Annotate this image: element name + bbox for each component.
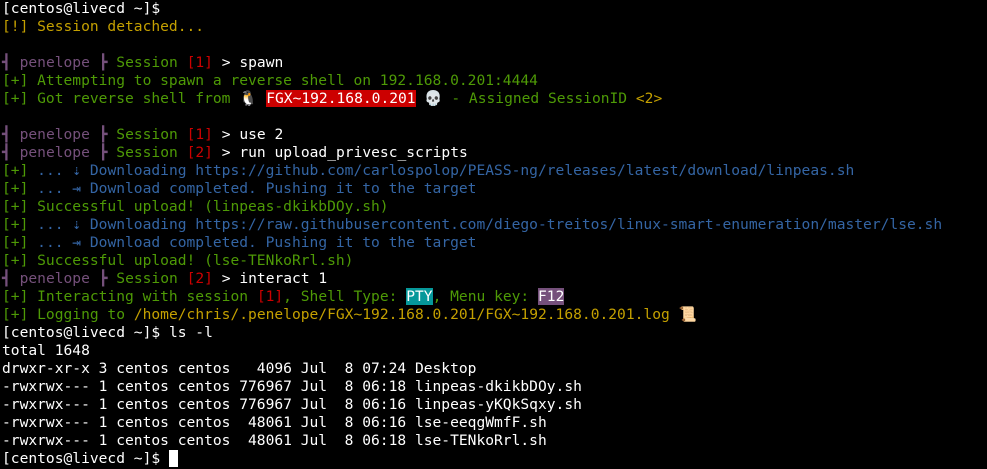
ok-tag: [+] [2, 180, 29, 197]
session-label: Session [116, 126, 178, 143]
menu-key-label: , Menu key: [432, 288, 530, 305]
ls-entry: -rwxrwx--- 1 centos centos 48061 Jul 8 0… [2, 414, 547, 431]
prompt-bar-icon: ┣ [98, 144, 108, 161]
reverse-shell-msg: [+] Got reverse shell from [2, 90, 231, 107]
ok-tag: [+] [2, 162, 29, 179]
ls-total: total 1648 [2, 342, 90, 359]
command-text: spawn [239, 54, 284, 71]
output-line: [+] Successful upload! (lse-TENkoRrl.sh) [2, 252, 987, 270]
penelope-prompt-line: ┫ penelope ┣ Session [2] > interact 1 [2, 270, 987, 288]
penelope-label: penelope [19, 144, 90, 161]
shell-prompt: [centos@livecd ~]$ [2, 0, 161, 17]
download-msg: ... ⇣ Downloading https://github.com/car… [37, 162, 855, 179]
session-id: [1] [256, 288, 284, 305]
ls-entry: -rwxrwx--- 1 centos centos 776967 Jul 8 … [2, 396, 582, 413]
prompt-line: [centos@livecd ~]$ ls -l [2, 324, 987, 342]
penelope-prompt-line: ┫ penelope ┣ Session [1] > use 2 [2, 126, 987, 144]
output-line: [+] ... ⇣ Downloading https://github.com… [2, 162, 987, 180]
prompt-bar-icon: ┣ [98, 126, 108, 143]
prompt-bar-icon: ┫ [2, 270, 11, 287]
ls-entry: drwxr-xr-x 3 centos centos 4096 Jul 8 07… [2, 360, 477, 377]
prompt-arrow: > [221, 54, 231, 71]
text-cursor[interactable] [168, 450, 178, 467]
status-line: [!] Session detached... [2, 18, 987, 36]
ok-tag: [+] [2, 234, 29, 251]
terminal-output[interactable]: [centos@livecd ~]$ [!] Session detached.… [0, 0, 987, 468]
output-line: [+] Successful upload! (linpeas-dkikbDOy… [2, 198, 987, 216]
prompt-arrow: > [221, 144, 231, 161]
penelope-label: penelope [19, 54, 90, 71]
session-id: [1] [186, 54, 213, 71]
output-line: [+] Attempting to spawn a reverse shell … [2, 72, 987, 90]
session-id: [2] [186, 144, 213, 161]
output-line: [+] ... ⇣ Downloading https://raw.github… [2, 216, 987, 234]
prompt-bar-icon: ┫ [2, 126, 11, 143]
host-badge: FGX~192.168.0.201 [266, 90, 416, 107]
session-id: [1] [186, 126, 213, 143]
shell-type-badge: PTY [406, 288, 433, 305]
download-complete-msg: ... ⇥ Download completed. Pushing it to … [37, 234, 477, 251]
ls-entry: -rwxrwx--- 1 centos centos 776967 Jul 8 … [2, 378, 582, 395]
ls-row: -rwxrwx--- 1 centos centos 48061 Jul 8 0… [2, 432, 987, 450]
ls-entry: -rwxrwx--- 1 centos centos 48061 Jul 8 0… [2, 432, 547, 449]
scroll-icon: 📜 [678, 306, 697, 323]
prompt-bar-icon: ┫ [2, 54, 11, 71]
menu-key-badge: F12 [538, 288, 565, 305]
upload-success-msg: [+] Successful upload! (lse-TENkoRrl.sh) [2, 252, 354, 269]
penelope-prompt-line: ┫ penelope ┣ Session [2] > run upload_pr… [2, 144, 987, 162]
command-text: run upload_privesc_scripts [239, 144, 468, 161]
penelope-label: penelope [19, 126, 90, 143]
session-label: Session [116, 54, 178, 71]
command-text: use 2 [239, 126, 284, 143]
shell-prompt: [centos@livecd ~]$ [2, 450, 161, 467]
ls-row: -rwxrwx--- 1 centos centos 776967 Jul 8 … [2, 396, 987, 414]
ls-row: drwxr-xr-x 3 centos centos 4096 Jul 8 07… [2, 360, 987, 378]
prompt-line[interactable]: [centos@livecd ~]$ [2, 450, 987, 468]
ls-row: -rwxrwx--- 1 centos centos 48061 Jul 8 0… [2, 414, 987, 432]
shell-type-label: , Shell Type: [283, 288, 398, 305]
prompt-arrow: > [221, 126, 231, 143]
penelope-prompt-line: ┫ penelope ┣ Session [1] > spawn [2, 54, 987, 72]
prompt-line: [centos@livecd ~]$ [2, 0, 987, 18]
upload-success-msg: [+] Successful upload! (linpeas-dkikbDOy… [2, 198, 389, 215]
download-msg: ... ⇣ Downloading https://raw.githubuser… [37, 216, 943, 233]
logging-msg: [+] Logging to [2, 306, 126, 323]
ok-tag: [+] [2, 216, 29, 233]
output-line: total 1648 [2, 342, 987, 360]
download-complete-msg: ... ⇥ Download completed. Pushing it to … [37, 180, 477, 197]
interacting-msg: [+] Interacting with session [2, 288, 249, 305]
shell-prompt: [centos@livecd ~]$ [2, 324, 161, 341]
session-id-tag: <2> [635, 90, 663, 107]
command-text: ls -l [168, 324, 213, 341]
session-label: Session [116, 270, 178, 287]
output-line: [+] Logging to /home/chris/.penelope/FGX… [2, 306, 987, 324]
output-line: [+] ... ⇥ Download completed. Pushing it… [2, 234, 987, 252]
prompt-bar-icon: ┣ [98, 54, 108, 71]
linux-penguin-icon: 🐧 [239, 90, 258, 107]
output-line: [+] ... ⇥ Download completed. Pushing it… [2, 180, 987, 198]
session-label: Session [116, 144, 178, 161]
command-text: interact 1 [239, 270, 328, 287]
session-detached-msg: [!] Session detached... [2, 18, 205, 35]
log-path: /home/chris/.penelope/FGX~192.168.0.201/… [133, 306, 670, 323]
prompt-arrow: > [221, 270, 231, 287]
prompt-bar-icon: ┫ [2, 144, 11, 161]
output-line: [+] Interacting with session [1], Shell … [2, 288, 987, 306]
penelope-label: penelope [19, 270, 90, 287]
skull-icon: 💀 [424, 90, 443, 107]
assigned-session-msg: - Assigned SessionID [451, 90, 628, 107]
ls-row: -rwxrwx--- 1 centos centos 776967 Jul 8 … [2, 378, 987, 396]
session-id: [2] [186, 270, 213, 287]
prompt-bar-icon: ┣ [98, 270, 108, 287]
spawn-msg: [+] Attempting to spawn a reverse shell … [2, 72, 538, 89]
output-line: [+] Got reverse shell from 🐧 FGX~192.168… [2, 90, 987, 108]
